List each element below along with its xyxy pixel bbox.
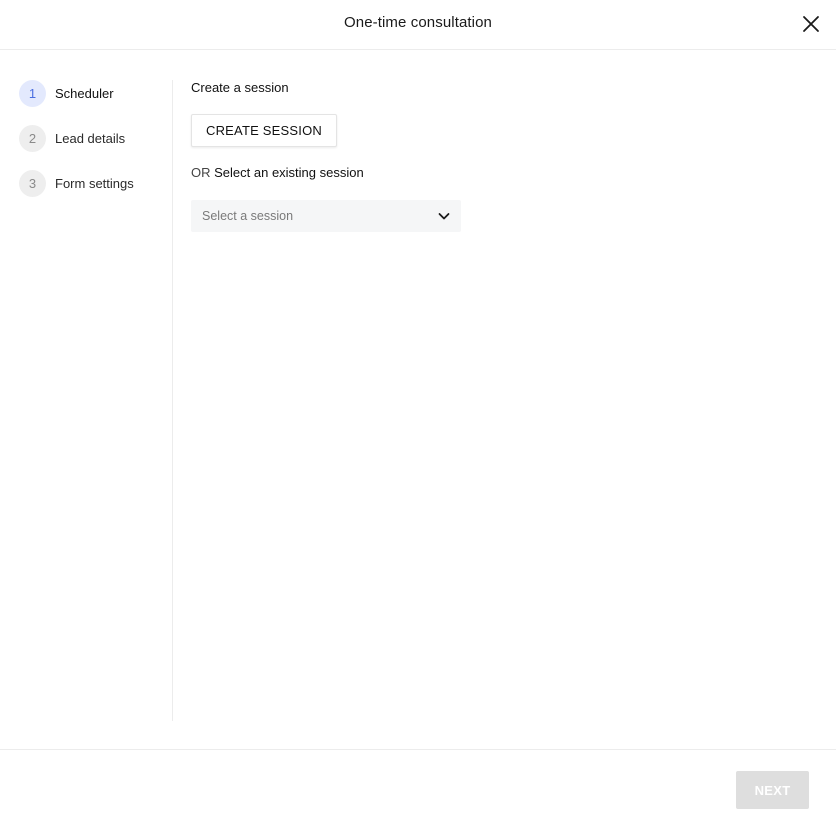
step-label: Scheduler: [55, 86, 114, 101]
session-select[interactable]: Select a session: [191, 200, 461, 232]
step-navigation: 1 Scheduler 2 Lead details 3 Form settin…: [19, 80, 169, 215]
step-number: 1: [19, 80, 46, 107]
close-icon: [803, 16, 819, 32]
select-existing-label: OR Select an existing session: [191, 165, 791, 181]
modal-header: One-time consultation: [0, 0, 836, 50]
step-number: 3: [19, 170, 46, 197]
create-session-button[interactable]: CREATE SESSION: [191, 114, 337, 147]
create-session-label: Create a session: [191, 80, 289, 95]
step-form-settings[interactable]: 3 Form settings: [19, 170, 169, 197]
next-button[interactable]: NEXT: [736, 771, 809, 809]
session-select-value: Select a session: [202, 209, 294, 223]
step-scheduler[interactable]: 1 Scheduler: [19, 80, 169, 107]
step-label: Form settings: [55, 176, 134, 191]
or-prefix: OR: [191, 165, 211, 180]
step-lead-details[interactable]: 2 Lead details: [19, 125, 169, 152]
modal-title: One-time consultation: [343, 14, 492, 31]
modal-footer: NEXT: [0, 749, 836, 825]
close-button[interactable]: [799, 12, 823, 36]
scheduler-content: Create a session CREATE SESSION OR Selec…: [191, 80, 791, 232]
vertical-divider: [172, 80, 173, 721]
select-existing-text: Select an existing session: [214, 165, 364, 180]
step-number: 2: [19, 125, 46, 152]
chevron-down-icon: [438, 213, 450, 220]
step-label: Lead details: [55, 131, 126, 146]
one-time-consultation-modal: One-time consultation 1 Scheduler 2 Lead…: [0, 0, 836, 825]
